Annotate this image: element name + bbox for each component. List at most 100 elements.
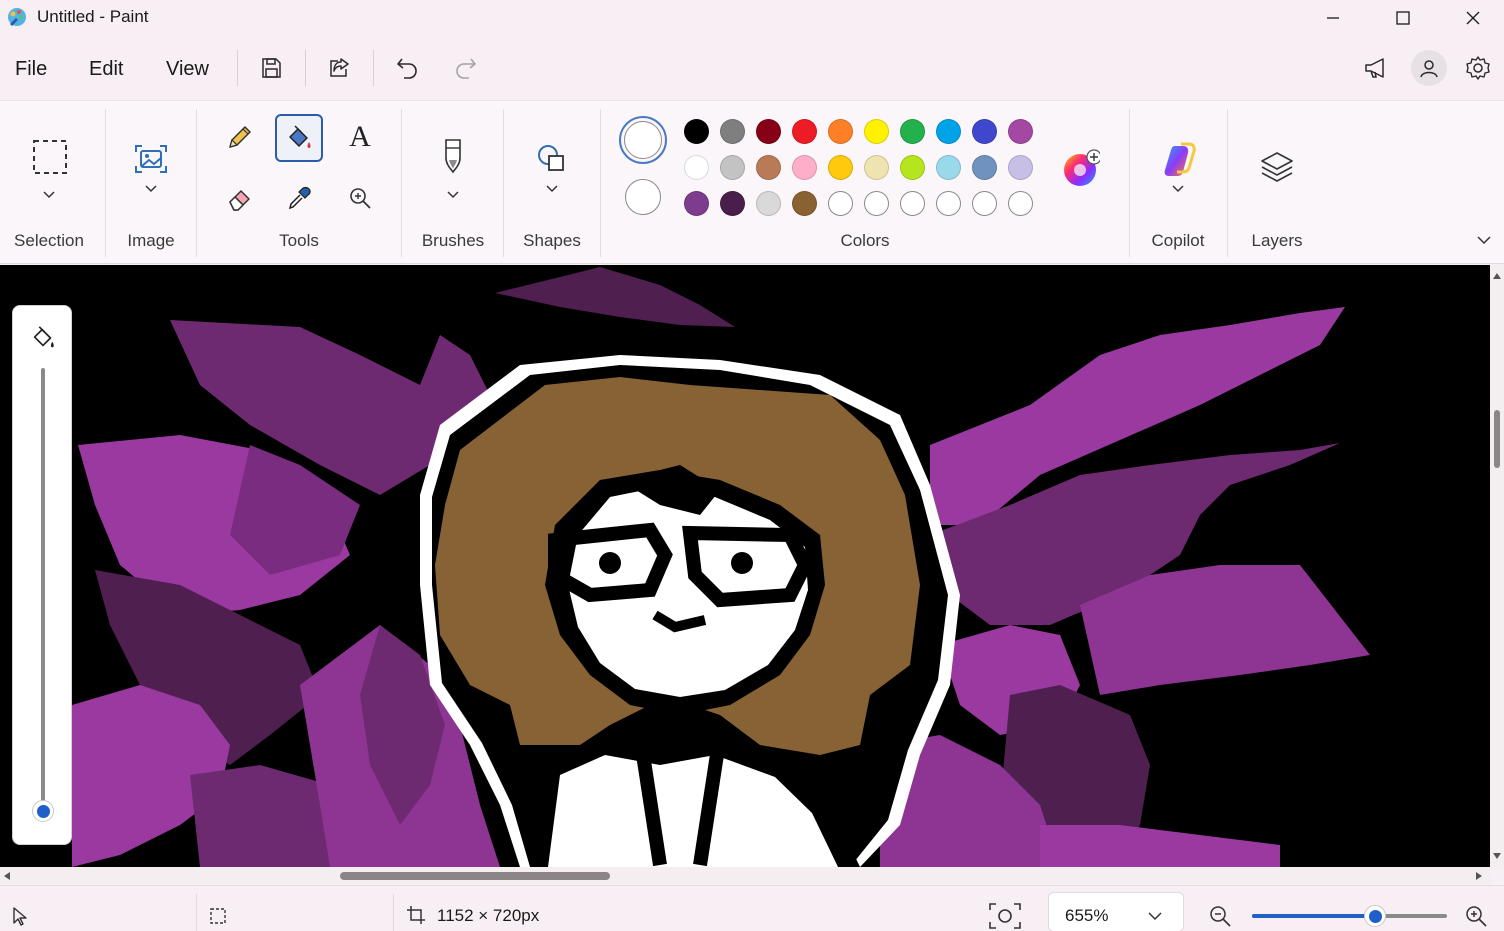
maximize-button[interactable] bbox=[1368, 0, 1438, 36]
brushes-button[interactable] bbox=[430, 133, 476, 179]
ribbon-divider bbox=[503, 109, 504, 257]
whats-new-button[interactable] bbox=[1358, 50, 1394, 86]
custom-color-slot[interactable] bbox=[936, 191, 961, 216]
file-menu[interactable]: File bbox=[15, 58, 47, 81]
close-button[interactable] bbox=[1438, 0, 1504, 36]
image-button[interactable] bbox=[129, 137, 173, 181]
color-swatch[interactable] bbox=[828, 155, 853, 180]
color-swatch[interactable] bbox=[756, 155, 781, 180]
color-swatch[interactable] bbox=[792, 119, 817, 144]
fill-tool-indicator bbox=[29, 324, 57, 352]
brushes-dropdown[interactable] bbox=[443, 187, 463, 203]
color-swatch[interactable] bbox=[936, 119, 961, 144]
secondary-color-button[interactable] bbox=[623, 177, 663, 217]
account-button[interactable] bbox=[1411, 50, 1447, 86]
copilot-button[interactable] bbox=[1156, 137, 1202, 183]
chevron-down-icon bbox=[546, 185, 558, 193]
brush-size-track[interactable] bbox=[41, 368, 45, 808]
color-wheel-icon bbox=[1064, 149, 1100, 186]
color-swatch[interactable] bbox=[792, 155, 817, 180]
selection-tool-button[interactable] bbox=[28, 135, 72, 179]
zoom-in-button[interactable] bbox=[1464, 904, 1490, 930]
color-swatch[interactable] bbox=[720, 155, 745, 180]
undo-button[interactable] bbox=[389, 50, 425, 86]
magnifier-tool[interactable] bbox=[337, 175, 383, 221]
color-swatch[interactable] bbox=[720, 191, 745, 216]
shapes-dropdown[interactable] bbox=[542, 181, 562, 197]
layers-button[interactable] bbox=[1255, 145, 1299, 189]
color-swatch[interactable] bbox=[864, 119, 889, 144]
selection-dropdown[interactable] bbox=[39, 187, 59, 203]
copilot-group-label: Copilot bbox=[1151, 231, 1205, 250]
fit-to-window-icon bbox=[989, 903, 1021, 929]
layers-icon bbox=[1261, 152, 1293, 182]
primary-color-button[interactable] bbox=[619, 116, 667, 164]
scroll-right-icon[interactable] bbox=[1472, 869, 1486, 883]
chevron-down-icon bbox=[1477, 236, 1491, 245]
edit-colors-button[interactable] bbox=[1058, 146, 1102, 190]
color-swatch[interactable] bbox=[972, 119, 997, 144]
brush-size-thumb[interactable] bbox=[32, 800, 54, 822]
minimize-icon bbox=[1327, 17, 1339, 19]
scroll-left-icon[interactable] bbox=[0, 869, 14, 883]
color-swatch[interactable] bbox=[720, 119, 745, 144]
custom-color-slot[interactable] bbox=[828, 191, 853, 216]
canvas-size-indicator bbox=[406, 905, 428, 927]
zoom-out-button[interactable] bbox=[1208, 904, 1234, 930]
fit-to-window-button[interactable] bbox=[988, 902, 1024, 930]
color-swatch[interactable] bbox=[684, 119, 709, 144]
ribbon-divider bbox=[105, 109, 106, 257]
share-button[interactable] bbox=[321, 50, 357, 86]
vertical-scroll-thumb[interactable] bbox=[1494, 410, 1500, 468]
text-tool[interactable]: A bbox=[337, 114, 383, 160]
color-swatch[interactable] bbox=[756, 191, 781, 216]
color-swatch[interactable] bbox=[900, 119, 925, 144]
ribbon-divider bbox=[1129, 109, 1130, 257]
status-bar: 1152 × 720px 655% bbox=[0, 885, 1504, 931]
color-swatch[interactable] bbox=[900, 155, 925, 180]
save-button[interactable] bbox=[253, 50, 289, 86]
edit-menu[interactable]: Edit bbox=[89, 58, 123, 81]
pencil-tool[interactable] bbox=[217, 114, 263, 160]
color-picker-tool[interactable] bbox=[276, 175, 322, 221]
redo-button[interactable] bbox=[448, 50, 484, 86]
color-swatch[interactable] bbox=[684, 191, 709, 216]
selection-size bbox=[208, 906, 230, 928]
view-menu[interactable]: View bbox=[166, 58, 209, 81]
ribbon-collapse-button[interactable] bbox=[1474, 231, 1494, 249]
custom-color-slot[interactable] bbox=[900, 191, 925, 216]
custom-color-slot[interactable] bbox=[1008, 191, 1033, 216]
custom-color-slot[interactable] bbox=[972, 191, 997, 216]
color-swatch[interactable] bbox=[684, 155, 709, 180]
scroll-down-icon[interactable] bbox=[1490, 849, 1504, 863]
eraser-icon bbox=[229, 190, 250, 211]
minimize-button[interactable] bbox=[1298, 0, 1368, 36]
color-swatch[interactable] bbox=[972, 155, 997, 180]
vertical-scrollbar[interactable] bbox=[1490, 265, 1504, 867]
color-swatch[interactable] bbox=[1008, 119, 1033, 144]
canvas-size-icon bbox=[407, 906, 425, 924]
rectangle-selection-icon bbox=[33, 140, 67, 174]
eraser-tool[interactable] bbox=[217, 175, 263, 221]
fill-tool[interactable] bbox=[275, 114, 323, 162]
color-swatch[interactable] bbox=[792, 191, 817, 216]
zoom-slider-track[interactable] bbox=[1252, 905, 1447, 927]
color-swatch[interactable] bbox=[1008, 155, 1033, 180]
copilot-dropdown[interactable] bbox=[1168, 181, 1188, 197]
color-swatch[interactable] bbox=[828, 119, 853, 144]
shapes-button[interactable] bbox=[530, 137, 574, 181]
zoom-dropdown[interactable]: 655% bbox=[1048, 892, 1184, 931]
color-swatch[interactable] bbox=[936, 155, 961, 180]
drawing-canvas[interactable] bbox=[0, 265, 1490, 867]
horizontal-scroll-thumb[interactable] bbox=[340, 872, 610, 880]
image-dropdown[interactable] bbox=[141, 181, 161, 197]
color-swatch[interactable] bbox=[756, 119, 781, 144]
zoom-slider-thumb[interactable] bbox=[1364, 905, 1386, 927]
menu-bar: File Edit View bbox=[0, 36, 1504, 100]
ribbon-divider bbox=[1227, 109, 1228, 257]
color-swatch[interactable] bbox=[864, 155, 889, 180]
scroll-up-icon[interactable] bbox=[1490, 269, 1504, 283]
settings-button[interactable] bbox=[1460, 50, 1496, 86]
horizontal-scrollbar[interactable] bbox=[0, 867, 1490, 885]
custom-color-slot[interactable] bbox=[864, 191, 889, 216]
